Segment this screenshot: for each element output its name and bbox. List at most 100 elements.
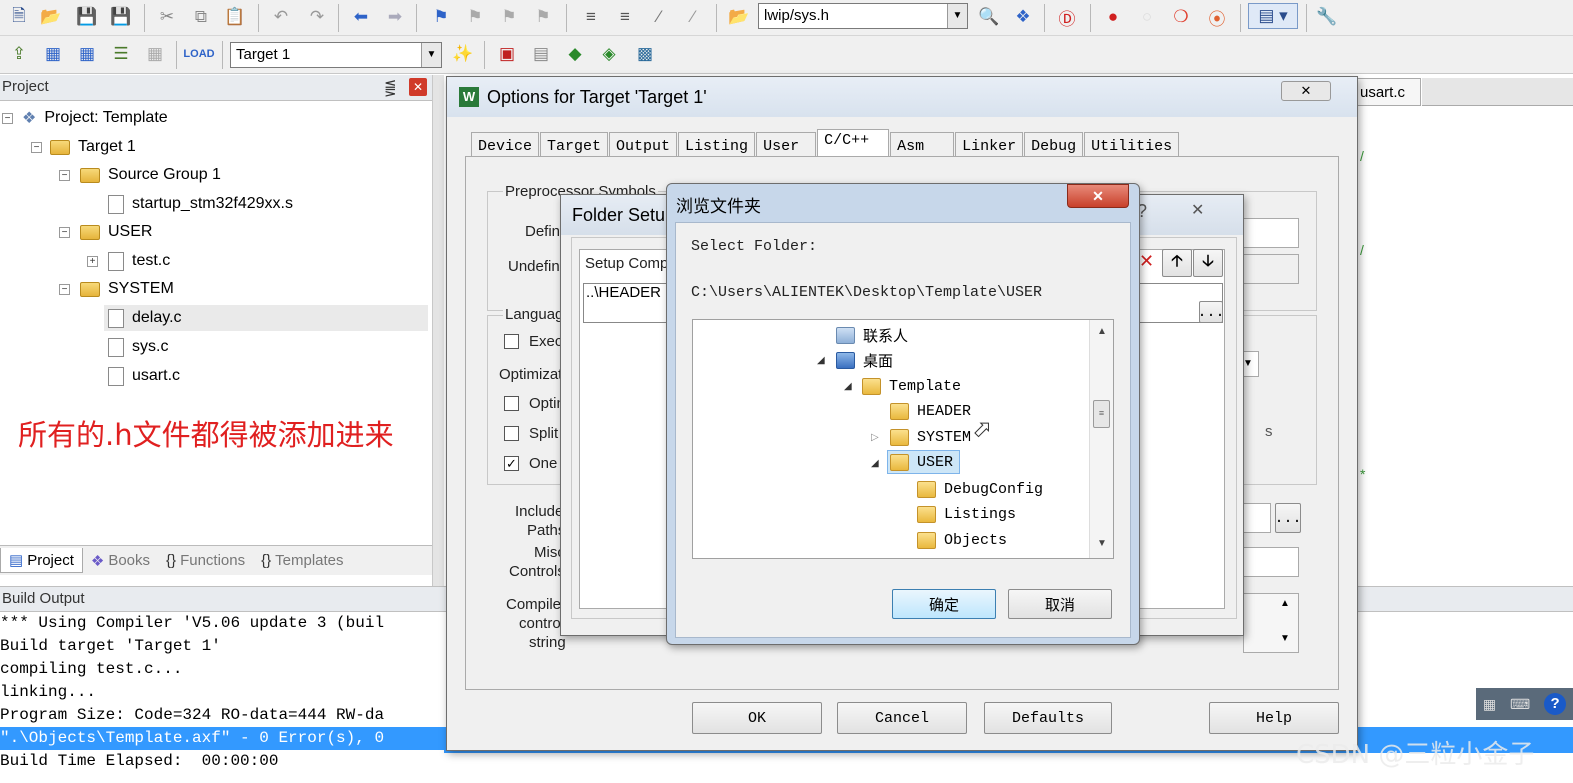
stop-build-icon[interactable]: ▦ (142, 41, 168, 67)
open-folder-icon[interactable]: 📂 (38, 4, 64, 30)
browse-folder-button[interactable]: ... (1198, 301, 1225, 323)
help-button[interactable]: Help (1209, 702, 1339, 734)
move-up-button[interactable]: 🡡 (1162, 249, 1192, 277)
tree-group-user[interactable]: USER (80, 219, 152, 245)
save-all-icon[interactable]: 💾 (108, 4, 134, 30)
rte-icon[interactable]: ▩ (632, 41, 658, 67)
scroll-down-icon[interactable]: ▼ (1280, 633, 1290, 644)
tab-functions[interactable]: {} Functions (158, 549, 253, 572)
include-paths-field[interactable] (1243, 503, 1271, 533)
window-layout-icon[interactable]: ▤ ▾ (1248, 3, 1298, 29)
breakpoint-clear-icon[interactable]: ⦿ (1204, 4, 1230, 30)
tree-item-template[interactable]: Template (862, 374, 961, 398)
pane-splitter[interactable] (432, 75, 444, 587)
configure-icon[interactable]: 🔧 (1314, 4, 1340, 30)
editor-tab-usart[interactable]: usart.c (1357, 78, 1421, 106)
undefine-field[interactable] (1243, 254, 1299, 284)
scroll-thumb[interactable]: ≡ (1093, 400, 1110, 428)
tree-item-header[interactable]: HEADER (890, 399, 971, 423)
collapse-icon[interactable]: − (59, 284, 70, 295)
tree-item-system[interactable]: SYSTEM (890, 425, 971, 449)
bookmark-prev-icon[interactable]: ⚑ (462, 4, 488, 30)
collapse-arrow-icon[interactable]: ◢ (817, 355, 825, 366)
optim-checkbox[interactable] (504, 396, 519, 411)
folder-tree[interactable]: 联系人 ◢ 桌面 ◢ Template HEADER ▷ SYSTEM ◢ US… (692, 319, 1114, 559)
cancel-button[interactable]: Cancel (837, 702, 967, 734)
select-packs-icon[interactable]: ◆ (562, 41, 588, 67)
tree-group-system[interactable]: SYSTEM (80, 276, 174, 302)
undo-icon[interactable]: ↶ (268, 4, 294, 30)
options-for-target-icon[interactable]: ✨ (450, 41, 476, 67)
one-elf-checkbox[interactable]: ✓ (504, 456, 519, 471)
nav-forward-icon[interactable]: ➡ (382, 4, 408, 30)
move-down-button[interactable]: 🡣 (1193, 249, 1223, 277)
delete-icon[interactable]: ✕ (1139, 251, 1154, 272)
redo-icon[interactable]: ↷ (304, 4, 330, 30)
uncomment-icon[interactable]: ⁄ (680, 4, 706, 30)
bookmark-next-icon[interactable]: ⚑ (496, 4, 522, 30)
comment-icon[interactable]: ⁄ (646, 4, 672, 30)
tab-project[interactable]: ▤ Project (0, 548, 83, 573)
define-field[interactable] (1243, 218, 1299, 248)
collapse-icon[interactable]: − (31, 142, 42, 153)
collapse-arrow-icon[interactable]: ◢ (844, 381, 852, 392)
collapse-arrow-icon[interactable]: ◢ (871, 458, 879, 469)
tree-file-usart[interactable]: usart.c (108, 363, 180, 389)
tree-item-desktop[interactable]: 桌面 (836, 348, 893, 372)
editor-area[interactable] (1356, 76, 1573, 584)
tree-group-source[interactable]: Source Group 1 (80, 162, 221, 188)
input-method-icon[interactable]: ⌨ (1510, 696, 1530, 713)
cut-icon[interactable]: ✂ (154, 4, 180, 30)
tree-item-debugconfig[interactable]: DebugConfig (917, 477, 1043, 501)
file-combo[interactable]: lwip/sys.h ▼ (758, 3, 968, 29)
close-icon[interactable]: ✕ (1067, 184, 1129, 208)
misc-controls-field[interactable] (1243, 547, 1299, 577)
close-icon[interactable]: ✕ (409, 78, 427, 96)
save-icon[interactable]: 💾 (74, 4, 100, 30)
keyboard-icon[interactable]: ▦ (1483, 696, 1496, 713)
tree-scrollbar[interactable]: ▲ ≡ ▼ (1089, 320, 1113, 558)
tree-target[interactable]: Target 1 (50, 134, 136, 160)
manage-project-icon[interactable]: ▣ (494, 41, 520, 67)
tree-file-sys[interactable]: sys.c (108, 334, 168, 360)
tree-file-startup[interactable]: startup_stm32f429xx.s (108, 191, 293, 217)
target-combo[interactable]: Target 1 ▼ (230, 42, 442, 68)
tree-project[interactable]: ❖ Project: Template (22, 105, 168, 131)
unindent-icon[interactable]: ≡ (612, 4, 638, 30)
indent-icon[interactable]: ≡ (578, 4, 604, 30)
tree-item-contacts[interactable]: 联系人 (836, 323, 908, 347)
rebuild-icon[interactable]: ▦ (74, 41, 100, 67)
paste-icon[interactable]: 📋 (222, 4, 248, 30)
collapse-icon[interactable]: − (59, 170, 70, 181)
exec-checkbox[interactable] (504, 334, 519, 349)
tree-item-listings[interactable]: Listings (917, 502, 1016, 526)
collapse-icon[interactable]: − (59, 227, 70, 238)
compiler-string-field[interactable] (1243, 593, 1299, 653)
breakpoint-kill-icon[interactable]: ❍ (1168, 4, 1194, 30)
load-icon[interactable]: LOAD (183, 41, 214, 67)
find-icon[interactable]: 🔍 (976, 4, 1002, 30)
scroll-up-icon[interactable]: ▲ (1097, 326, 1107, 337)
tree-item-objects[interactable]: Objects (917, 528, 1007, 552)
breakpoint-icon[interactable]: ● (1100, 4, 1126, 30)
include-paths-browse-button[interactable]: ... (1275, 503, 1302, 533)
scroll-down-icon[interactable]: ▼ (1097, 538, 1107, 549)
nav-back-icon[interactable]: ⬅ (348, 4, 374, 30)
batch-build-icon[interactable]: ☰ (108, 41, 134, 67)
find-in-files-icon[interactable]: 📂 (726, 4, 752, 30)
help-icon[interactable]: ? (1544, 693, 1567, 715)
tree-file-delay[interactable]: delay.c (104, 305, 428, 331)
split-checkbox[interactable] (504, 426, 519, 441)
pack-installer-icon[interactable]: ◈ (596, 41, 622, 67)
defaults-button[interactable]: Defaults (984, 702, 1112, 734)
new-file-icon[interactable]: 🗎 (6, 4, 32, 30)
incremental-find-icon[interactable]: ❖ (1010, 4, 1036, 30)
cancel-folder-button[interactable]: 取消 (1008, 589, 1112, 619)
close-icon[interactable]: ✕ (1191, 200, 1204, 220)
close-icon[interactable]: ✕ (1281, 81, 1331, 101)
bookmark-icon[interactable]: ⚑ (428, 4, 454, 30)
ok-button[interactable]: OK (692, 702, 822, 734)
expand-icon[interactable]: + (87, 256, 98, 267)
manage-rte-icon[interactable]: ▤ (528, 41, 554, 67)
confirm-button[interactable]: 确定 (892, 589, 996, 619)
